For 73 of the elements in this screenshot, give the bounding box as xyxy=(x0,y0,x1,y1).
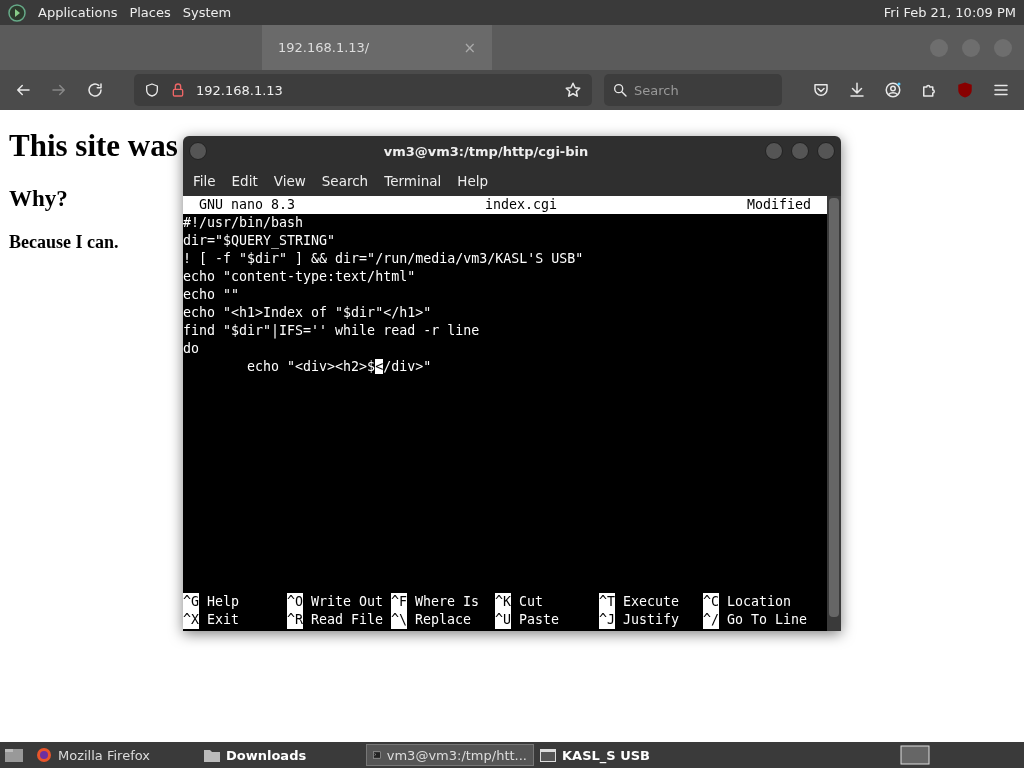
code-line: echo "<h1>Index of "$dir"</h1>" xyxy=(183,304,433,322)
search-field[interactable]: Search xyxy=(604,74,782,106)
menu-item[interactable]: File xyxy=(185,173,224,189)
shortcut-key: ^F xyxy=(391,593,407,611)
folder-icon xyxy=(204,748,220,762)
scrollbar[interactable] xyxy=(827,196,841,631)
pocket-icon[interactable] xyxy=(812,81,830,99)
search-icon[interactable] xyxy=(612,82,628,98)
file-name: index.cgi xyxy=(485,196,558,214)
shortcut-key: ^C xyxy=(703,593,719,611)
lock-icon[interactable] xyxy=(170,82,186,98)
shortcut-key: ^X xyxy=(183,611,199,629)
shortcut-key: ^O xyxy=(287,593,303,611)
shortcut-key: ^\ xyxy=(391,611,407,629)
code-line: find "$dir"|IFS='' while read -r line xyxy=(183,322,481,340)
shortcut-key: ^U xyxy=(495,611,511,629)
shortcut-label: Read File xyxy=(311,611,384,629)
shortcut-label: Exit xyxy=(207,611,240,629)
shortcut-label: Cut xyxy=(519,593,544,611)
code-line: dir="$QUERY_STRING" xyxy=(183,232,337,250)
shortcut-key: ^/ xyxy=(703,611,719,629)
browser-logo-icon xyxy=(36,747,52,763)
menu-item[interactable]: Terminal xyxy=(376,173,450,189)
page-subheading: Why? xyxy=(9,186,68,212)
shortcut-key: ^R xyxy=(287,611,303,629)
download-icon[interactable] xyxy=(848,81,866,99)
desktop-icon[interactable] xyxy=(4,747,24,763)
nano-version: GNU nano 8.3 xyxy=(199,196,296,214)
shortcut-key: ^T xyxy=(599,593,615,611)
panel-menu[interactable]: System xyxy=(182,5,232,20)
shortcut-key: ^G xyxy=(183,593,199,611)
star-icon[interactable] xyxy=(564,81,582,99)
code-line: #!/usr/bin/bash xyxy=(183,214,305,232)
reload-icon[interactable] xyxy=(86,81,104,99)
shortcut-label: Write Out xyxy=(311,593,384,611)
page-text: Because I can. xyxy=(9,232,119,253)
clock: Fri Feb 21, 10:09 PM xyxy=(883,5,1016,20)
window-icon xyxy=(540,748,556,762)
terminal-icon xyxy=(373,748,381,762)
shortcut-key: ^J xyxy=(599,611,615,629)
shield-icon[interactable] xyxy=(144,82,160,98)
browser-tab[interactable]: 192.168.1.13/ × xyxy=(262,25,492,70)
shortcut-label: Go To Line xyxy=(727,611,808,629)
shortcut-key: ^K xyxy=(495,593,511,611)
code-line: do xyxy=(183,340,200,358)
shortcut-label: Where Is xyxy=(415,593,480,611)
menu-item[interactable]: Help xyxy=(449,173,497,189)
shortcut-label: Replace xyxy=(415,611,472,629)
code-text: /div>" xyxy=(383,359,432,374)
menu-item[interactable]: Edit xyxy=(223,173,266,189)
text-cursor: < xyxy=(375,359,384,374)
taskbar-item[interactable]: KASL_S USB xyxy=(534,744,702,766)
code-line: echo "" xyxy=(183,286,241,304)
account-icon[interactable] xyxy=(884,81,902,99)
menu-item[interactable]: Search xyxy=(313,173,377,189)
shortcut-label: Paste xyxy=(519,611,560,629)
panel-menu[interactable]: Places xyxy=(129,5,171,20)
taskbar-item[interactable]: Mozilla Firefox xyxy=(30,744,198,766)
file-status: Modified xyxy=(746,196,811,214)
panel-menu[interactable]: Applications xyxy=(38,5,118,20)
code-line: ! [ -f "$dir" ] && dir="/run/media/vm3/KASL'S USB" xyxy=(183,250,585,268)
logo-icon[interactable] xyxy=(8,3,26,22)
taskbar-item[interactable]: vm3@vm3:/tmp/htt... xyxy=(366,744,534,766)
shortcut-label: Justify xyxy=(623,611,680,629)
taskbar-item[interactable]: Downloads xyxy=(198,744,366,766)
shortcut-label: Location xyxy=(727,593,792,611)
address-bar[interactable]: 192.168.1.13 xyxy=(134,74,592,106)
page-heading: This site was xyxy=(9,128,178,164)
code-line: echo "content-type:text/html" xyxy=(183,268,417,286)
shortcut-label: Execute xyxy=(623,593,680,611)
window-title: vm3@vm3:/tmp/http/cgi-bin xyxy=(382,143,590,159)
menu-item[interactable]: View xyxy=(265,173,314,189)
shortcut-label: Help xyxy=(207,593,240,611)
